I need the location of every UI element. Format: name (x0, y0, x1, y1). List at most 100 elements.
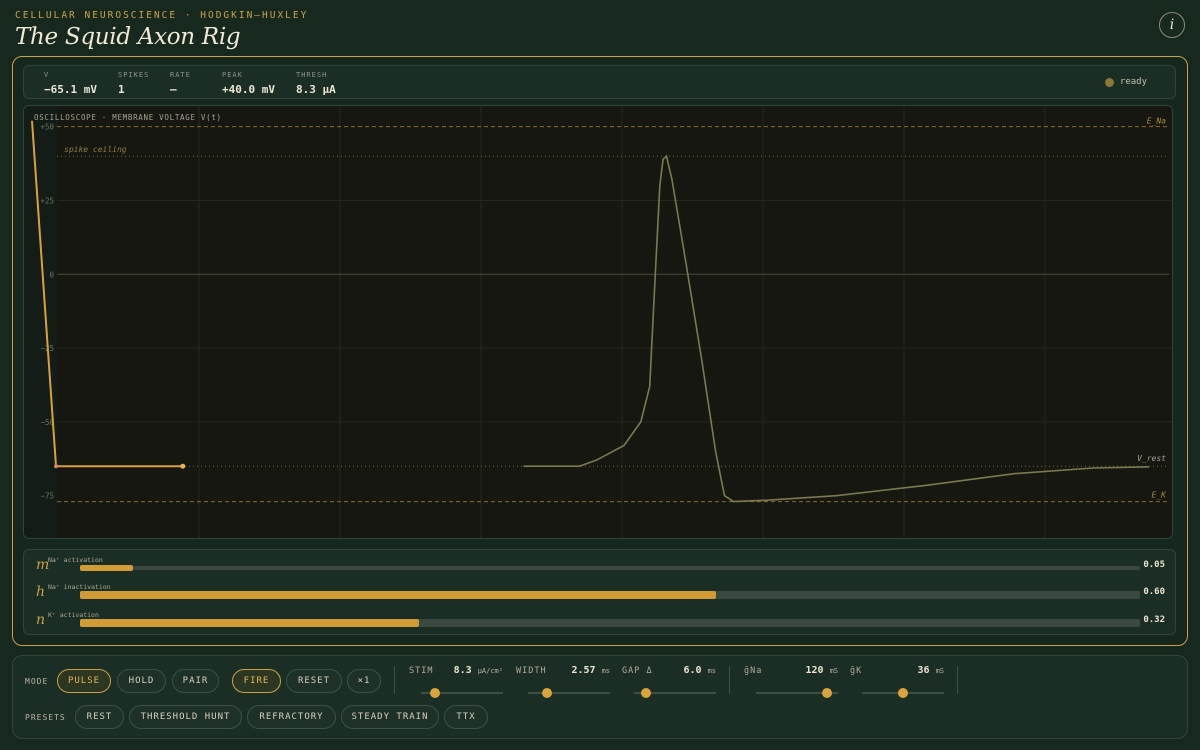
slider-knob[interactable] (541, 688, 552, 698)
gate-track (80, 619, 1140, 627)
status-indicator: ready (1104, 77, 1147, 87)
spike-ceiling-label: spike ceiling (64, 145, 127, 154)
preset-ttx-button[interactable]: TTX (444, 705, 488, 729)
slider-name: STIM (409, 666, 434, 676)
slider-value: 6.0 ms (683, 665, 716, 676)
ena-label: E_Na (1147, 117, 1166, 126)
scope-title: OSCILLOSCOPE · MEMBRANE VOLTAGE V(t) (34, 113, 222, 122)
slider-knob[interactable] (821, 688, 832, 698)
slider-unit: mS (935, 667, 944, 675)
divider (957, 666, 958, 694)
mode-label: MODE (25, 677, 49, 686)
readout-label: SPIKES (118, 71, 150, 79)
divider (394, 666, 395, 694)
slider-track[interactable] (528, 688, 610, 698)
ek-label: E_K (1152, 491, 1168, 500)
gate-label: K⁺ activation (48, 611, 99, 619)
readout-value: −65.1 mV (44, 83, 97, 96)
gate-track (80, 591, 1140, 599)
gk-slider[interactable]: ḡK 36 mS (850, 665, 944, 706)
slider-number: 2.57 (571, 665, 596, 676)
y-tick-label: +25 (40, 196, 54, 205)
slider-value: 120 mS (805, 665, 838, 676)
control-panel: MODE PULSE HOLD PAIR FIRE RESET ×1 STIM … (12, 655, 1188, 739)
readout-bar: V −65.1 mV SPIKES 1 RATE — PEAK +40.0 mV… (23, 65, 1176, 99)
info-icon[interactable]: i (1159, 12, 1185, 38)
slider-unit: mS (829, 667, 838, 675)
y-tick-label: 0 (49, 270, 54, 279)
slider-number: 6.0 (683, 665, 702, 676)
slider-name: ḡK (850, 666, 863, 676)
gna-slider[interactable]: ḡNa 120 mS (744, 665, 838, 706)
slider-track[interactable] (756, 688, 838, 698)
slider-track[interactable] (634, 688, 716, 698)
slider-track[interactable] (421, 688, 503, 698)
gate-value: 0.05 (1143, 560, 1165, 570)
gating-variables: m Na⁺ activation 0.05 h Na⁺ inactivation… (23, 549, 1176, 635)
oscilloscope[interactable]: E_Na spike ceiling V_rest E_K +50 +25 0 −25 −50… (23, 105, 1173, 539)
gate-symbol: n (36, 612, 46, 628)
gate-label: Na⁺ inactivation (48, 583, 111, 591)
readout-voltage: V −65.1 mV (44, 71, 97, 96)
presets-label: PRESETS (25, 713, 66, 722)
preset-refractory-button[interactable]: REFRACTORY (247, 705, 336, 729)
preset-threshold-hunt-button[interactable]: THRESHOLD HUNT (129, 705, 242, 729)
mode-hold-button[interactable]: HOLD (117, 669, 166, 693)
status-dot-icon (1104, 77, 1114, 87)
gate-track (80, 565, 1140, 571)
slider-unit: ms (601, 667, 610, 675)
readout-value: — (170, 83, 177, 96)
readout-label: THRESH (296, 71, 328, 79)
readout-label: PEAK (222, 71, 243, 79)
mode-pulse-button[interactable]: PULSE (57, 669, 111, 693)
slider-value: 2.57 ms (571, 665, 610, 676)
slider-number: 8.3 (453, 665, 472, 676)
slider-value: 8.3 µA/cm² (454, 665, 503, 676)
slider-name: ḡNa (744, 666, 763, 676)
trace-cursor (180, 463, 186, 469)
readout-label: RATE (170, 71, 191, 79)
gate-label: Na⁺ activation (48, 556, 103, 564)
readout-label: V (44, 71, 50, 79)
eyebrow: CELLULAR NEUROSCIENCE · HODGKIN–HUXLEY (15, 10, 309, 21)
slider-number: 120 (805, 665, 824, 676)
gate-n: n K⁺ activation 0.32 (24, 610, 1175, 632)
rig-panel: V −65.1 mV SPIKES 1 RATE — PEAK +40.0 mV… (12, 56, 1188, 646)
readout-value: 8.3 µA (296, 83, 336, 96)
readout-value: +40.0 mV (222, 83, 275, 96)
readout-threshold: THRESH 8.3 µA (296, 71, 336, 96)
readout-peak: PEAK +40.0 mV (222, 71, 275, 96)
slider-knob[interactable] (898, 688, 908, 698)
gate-fill (80, 591, 716, 599)
oscilloscope-plot: E_Naspike ceilingV_restE_K +50+250−25−50… (24, 106, 1172, 538)
gap-slider[interactable]: GAP Δ 6.0 ms (622, 665, 716, 706)
gate-fill (80, 619, 420, 627)
mode-pair-button[interactable]: PAIR (172, 669, 219, 693)
fire-button[interactable]: FIRE (232, 669, 281, 693)
header: CELLULAR NEUROSCIENCE · HODGKIN–HUXLEY T… (15, 8, 1200, 56)
y-tick-label: −75 (40, 492, 54, 501)
vrest-label: V_rest (1137, 454, 1166, 463)
slider-name: GAP Δ (622, 666, 653, 676)
preset-steady-train-button[interactable]: STEADY TRAIN (341, 705, 439, 729)
stim-slider[interactable]: STIM 8.3 µA/cm² (409, 665, 503, 706)
gate-symbol: h (36, 584, 46, 600)
speed-button[interactable]: ×1 (347, 669, 381, 693)
slider-unit: µA/cm² (477, 667, 503, 675)
gate-value: 0.32 (1143, 615, 1165, 625)
gate-m: m Na⁺ activation 0.05 (24, 555, 1175, 577)
gate-value: 0.60 (1143, 587, 1165, 597)
gate-h: h Na⁺ inactivation 0.60 (24, 582, 1175, 604)
readout-spikes: SPIKES 1 (118, 71, 149, 96)
reset-button[interactable]: RESET (286, 669, 342, 693)
slider-knob[interactable] (641, 688, 652, 698)
slider-value: 36 mS (917, 665, 944, 676)
width-slider[interactable]: WIDTH 2.57 ms (516, 665, 610, 706)
preset-rest-button[interactable]: REST (75, 705, 124, 729)
slider-knob[interactable] (429, 688, 440, 698)
divider (729, 666, 730, 694)
status-text: ready (1119, 77, 1147, 87)
slider-track[interactable] (862, 688, 944, 698)
gate-fill (80, 565, 133, 571)
readout-value: 1 (118, 83, 125, 96)
